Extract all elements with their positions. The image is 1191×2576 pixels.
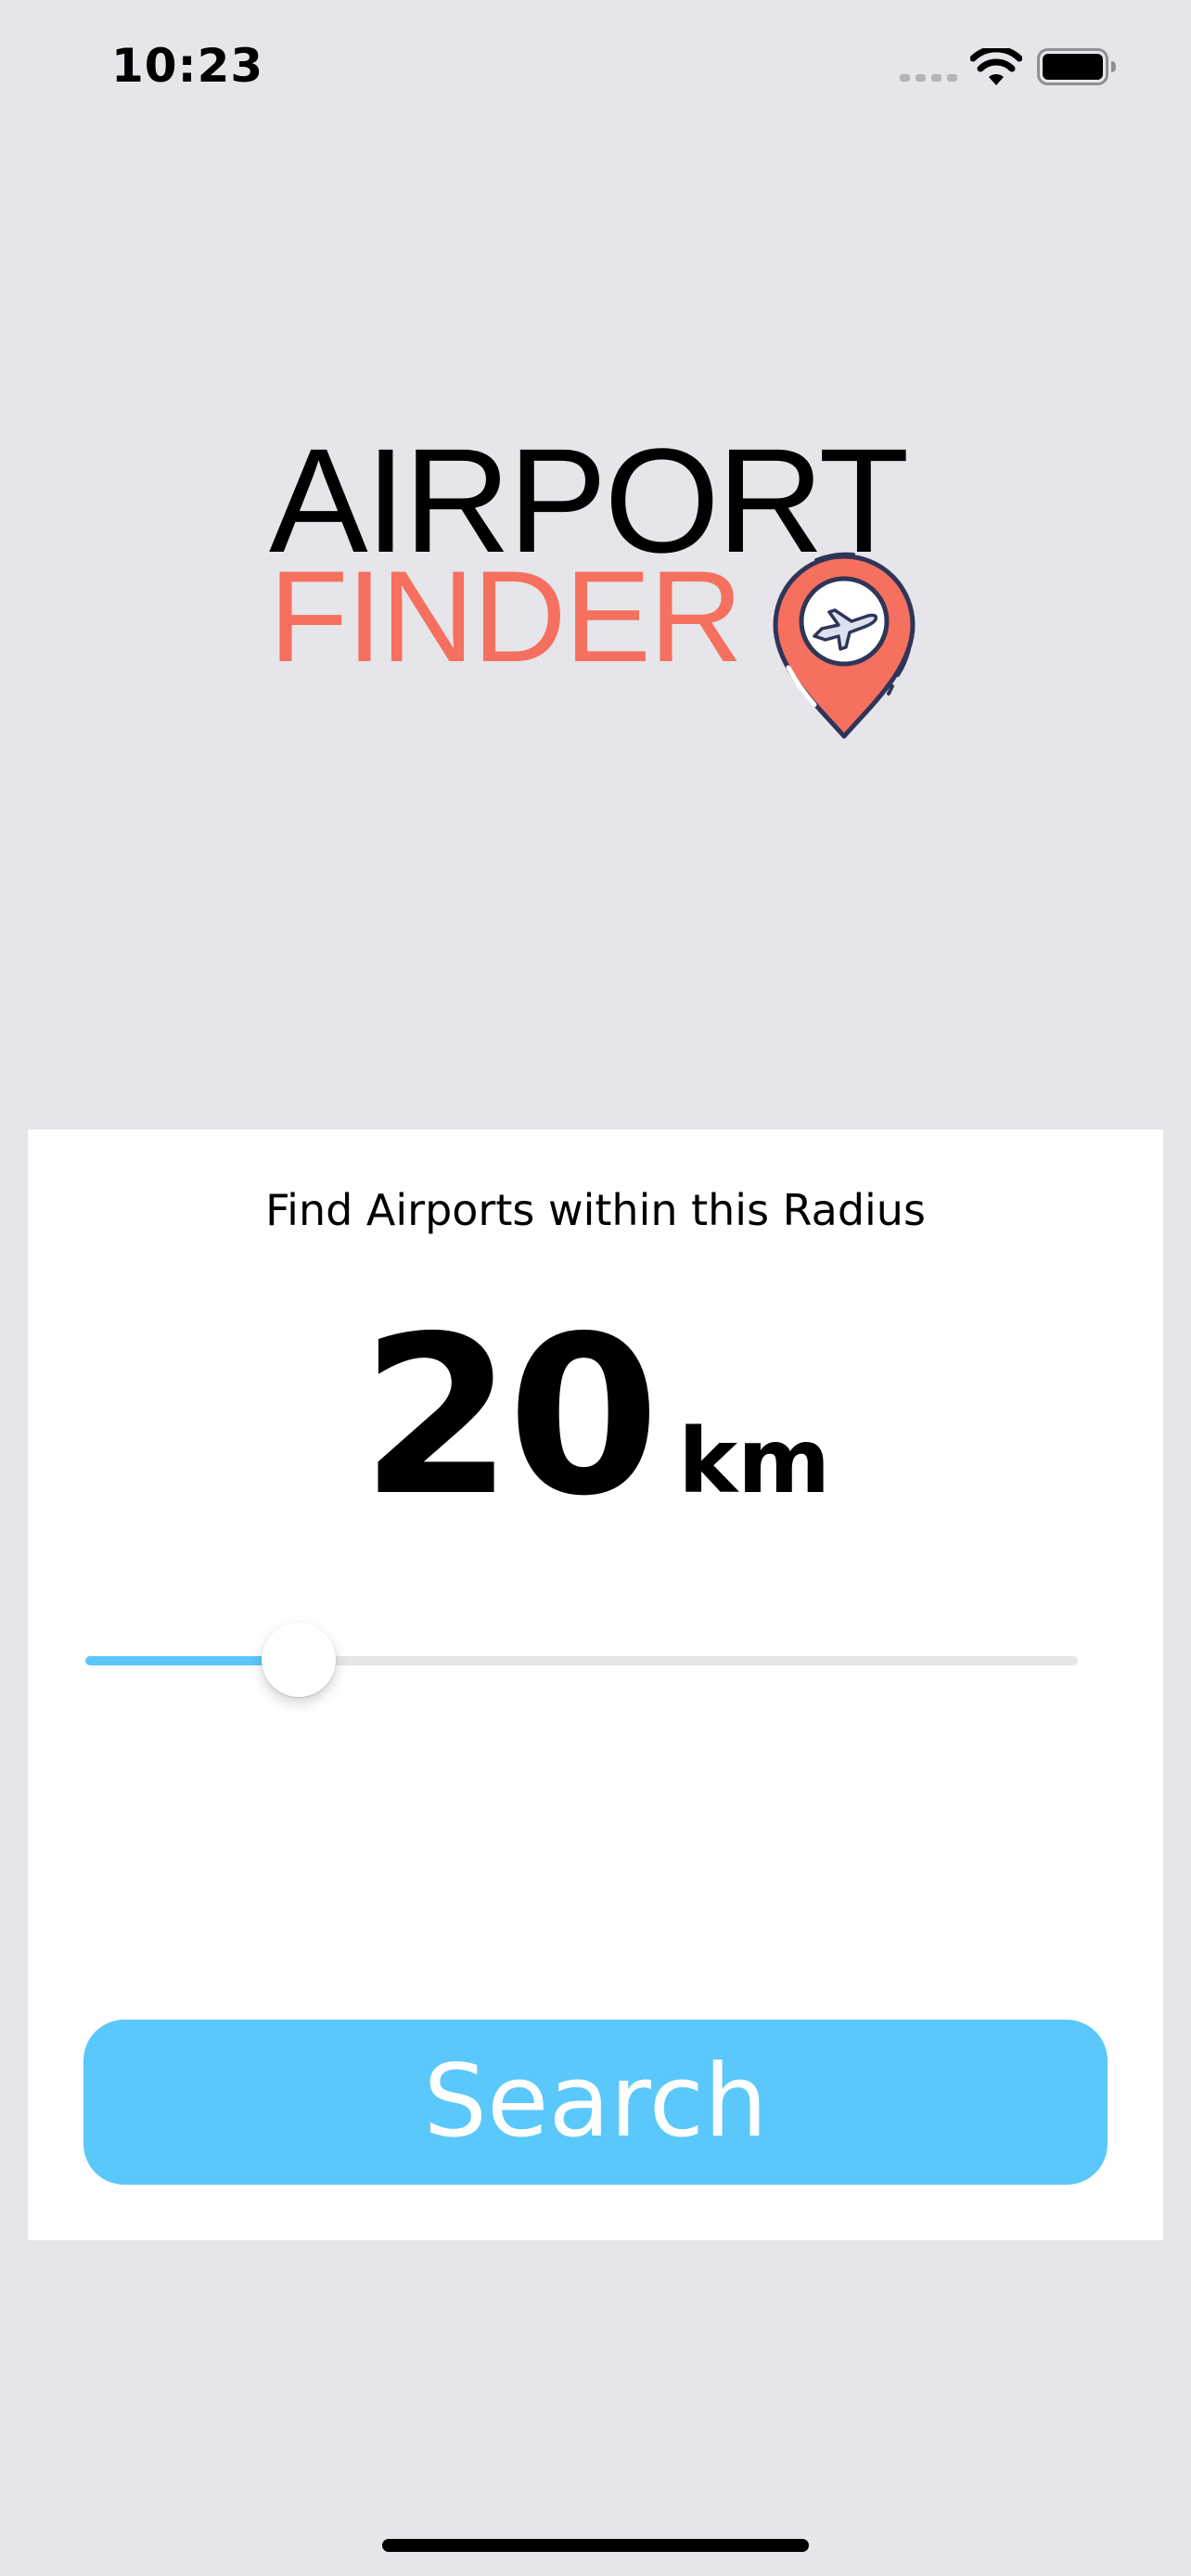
location-pin-airplane-icon [773,552,916,739]
radius-value: 20 [360,1289,660,1544]
home-indicator [382,2539,809,2552]
radius-prompt-label: Find Airports within this Radius [265,1185,926,1235]
radius-slider[interactable] [58,1623,1106,1697]
battery-icon [1037,48,1116,85]
radius-unit: km [678,1409,831,1513]
app-logo: AIRPORT FINDER [269,427,937,742]
status-bar: 10:23 [0,0,1191,130]
radius-readout: 20 km [28,1296,1163,1537]
slider-thumb[interactable] [262,1623,337,1697]
logo-title-finder: FINDER [269,543,743,689]
wifi-icon [970,48,1022,85]
search-button[interactable]: Search [83,2020,1108,2185]
status-time: 10:23 [111,39,264,93]
cellular-signal-icon [900,74,957,82]
